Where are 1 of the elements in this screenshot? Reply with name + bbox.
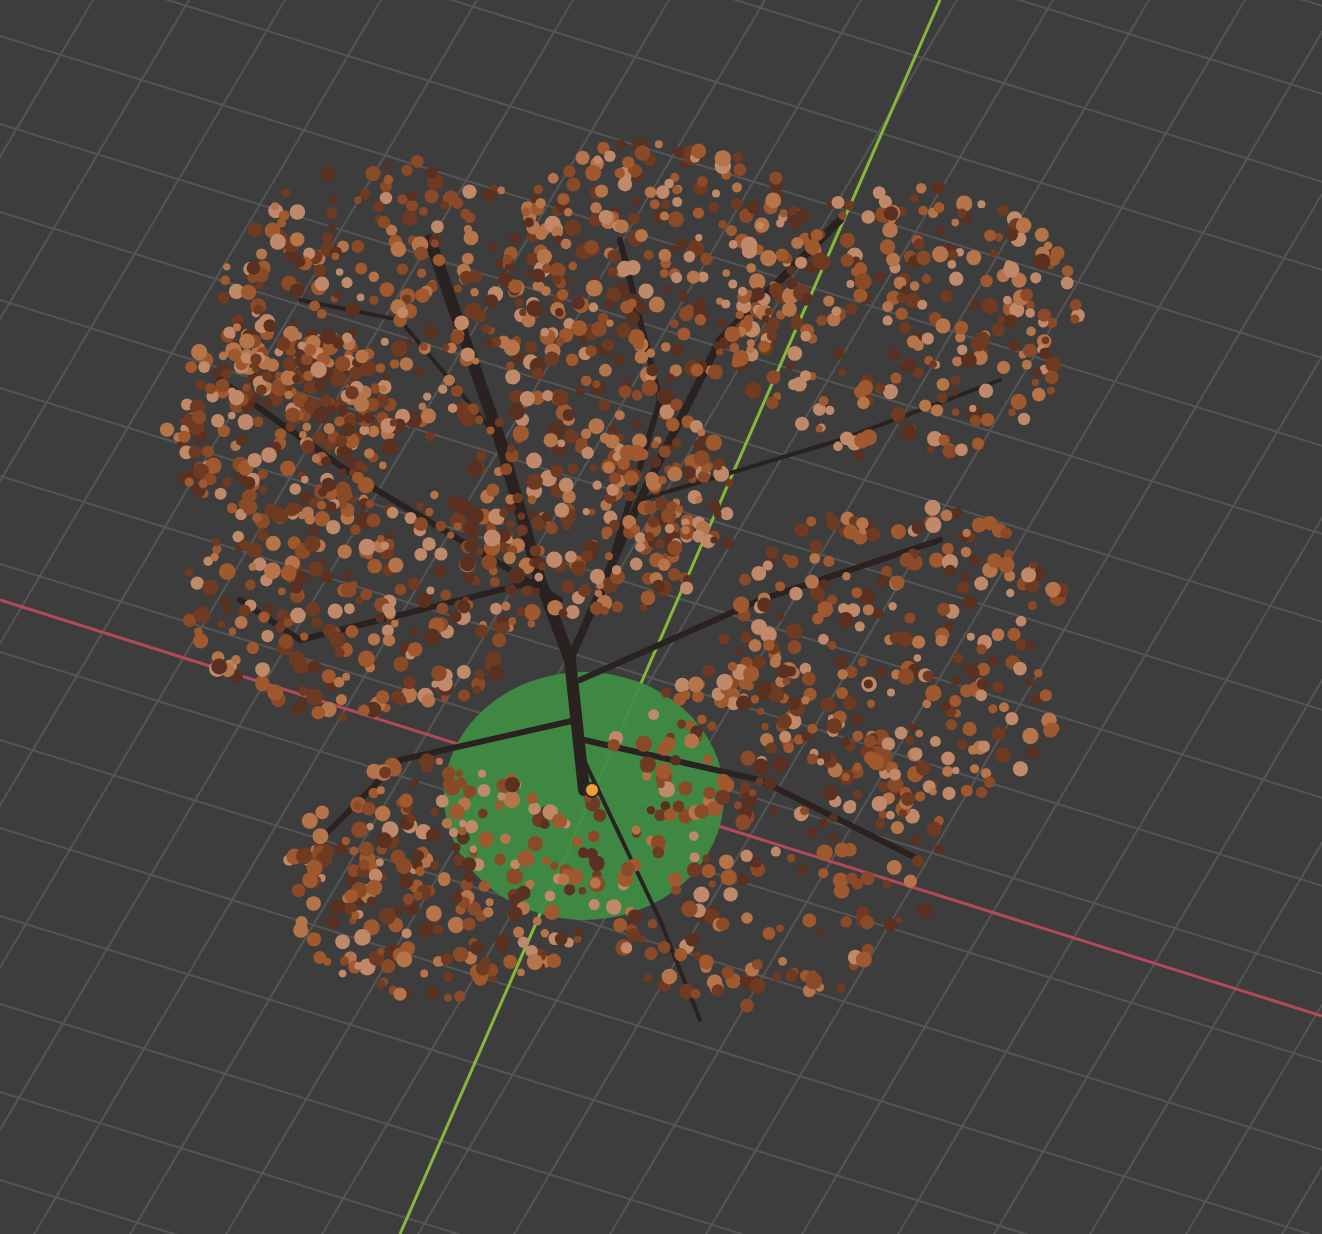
origin-icon (584, 782, 600, 798)
